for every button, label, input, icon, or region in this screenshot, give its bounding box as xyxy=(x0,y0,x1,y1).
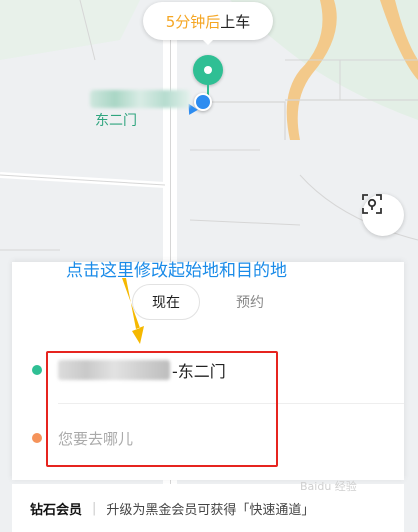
eta-bubble-tail xyxy=(201,38,215,45)
tab-book[interactable]: 预约 xyxy=(236,292,264,312)
eta-text: 上车 xyxy=(220,12,251,31)
destination-dot-icon xyxy=(32,433,42,443)
pickup-dot-icon xyxy=(32,365,42,375)
member-upgrade-note: 升级为黑金会员可获得「快速通道」 xyxy=(106,502,315,518)
tutorial-annotation: 点击这里修改起始地和目的地 xyxy=(66,261,287,281)
map-place-label: 东二门 xyxy=(95,113,137,129)
locate-icon xyxy=(362,194,382,214)
footer-separator: | xyxy=(92,500,97,516)
eta-bubble: 5分钟后 上车 xyxy=(143,2,273,40)
blurred-place-label xyxy=(90,90,190,108)
pickup-pin-icon[interactable] xyxy=(193,55,223,85)
annotation-arrow-icon xyxy=(122,278,144,344)
time-tabs: 现在 预约 xyxy=(132,284,264,320)
annotation-highlight-box xyxy=(46,351,278,467)
member-badge: 钻石会员 xyxy=(30,502,83,518)
watermark: Baidu 经验 xyxy=(300,480,357,493)
recenter-button[interactable] xyxy=(362,194,404,236)
eta-time: 5分钟后 xyxy=(165,12,221,31)
